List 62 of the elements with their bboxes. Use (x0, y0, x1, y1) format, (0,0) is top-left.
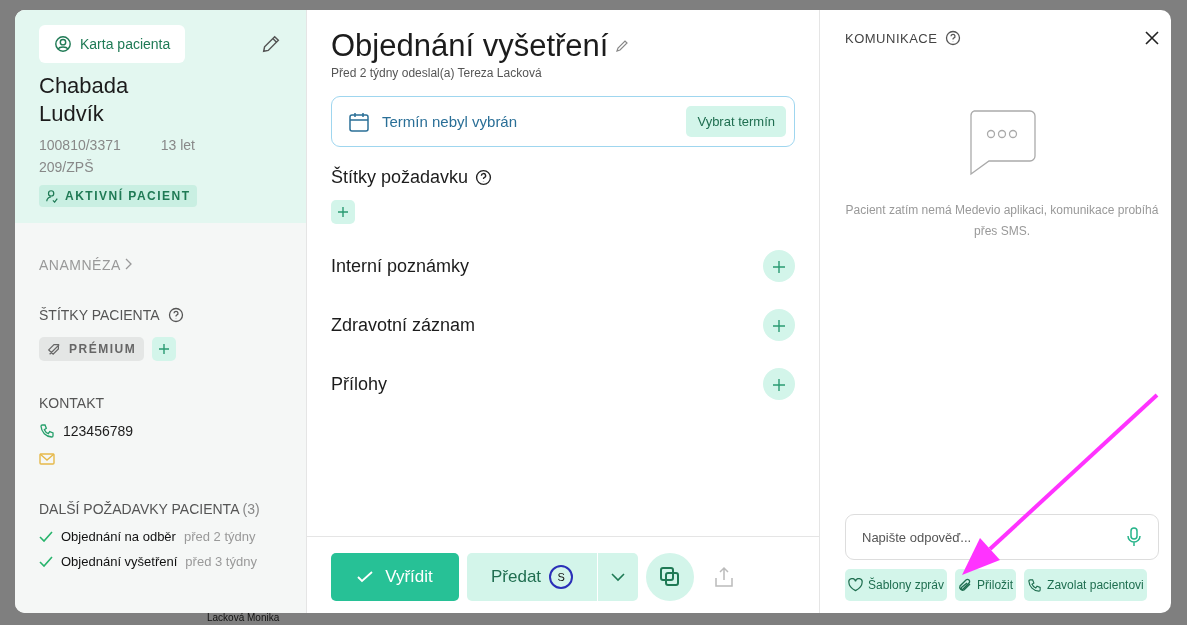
reply-field[interactable]: Napište odpověď... (845, 514, 1159, 560)
attach-button[interactable]: Přiložit (955, 569, 1017, 601)
chat-bubble-icon (968, 110, 1036, 176)
call-button[interactable]: Zavolat pacientovi (1024, 569, 1147, 601)
plus-icon (773, 378, 785, 391)
add-tag-button[interactable] (331, 200, 355, 224)
copy-icon (659, 566, 682, 588)
request-title: Objednání vyšetření (331, 28, 609, 64)
patient-tag: PRÉMIUM (39, 337, 145, 361)
phone-number: 123456789 (63, 423, 134, 439)
section-heading: Štítky požadavku (331, 167, 469, 188)
phone-icon (39, 423, 55, 439)
section-heading: DALŠÍ POŽADAVKY PACIENTA (3) (39, 501, 260, 517)
close-icon[interactable] (1145, 31, 1159, 45)
section-heading: Zdravotní záznam (331, 314, 476, 336)
patient-surname: Chabada (39, 73, 130, 99)
add-button[interactable] (763, 368, 795, 400)
help-icon[interactable] (167, 307, 184, 323)
chevron-right-icon (124, 258, 133, 270)
section-heading: KONTAKT (39, 395, 105, 411)
patient-status-badge: AKTIVNÍ PACIENT (39, 185, 197, 207)
empty-message: Pacient zatím nemá Medevio aplikaci, komunikace probíhá přes SMS. (845, 202, 1159, 240)
help-icon[interactable] (945, 30, 962, 46)
patient-card-button[interactable]: Karta pacienta (39, 25, 186, 63)
request-item[interactable]: Objednání na odběr před 2 týdny (39, 529, 282, 544)
patient-first-name: Ludvík (39, 101, 105, 127)
mail-icon (39, 453, 55, 465)
templates-button[interactable]: Šablony zpráv (845, 569, 948, 601)
user-circle-icon (54, 35, 72, 53)
appointment-status: Termín nebyl vybrán (382, 113, 519, 130)
avatar: S (549, 565, 574, 589)
plus-icon (773, 260, 785, 273)
patient-age: 13 let (160, 137, 195, 153)
section-heading: Přílohy (331, 373, 388, 395)
microphone-icon[interactable] (1127, 527, 1141, 547)
birth-number: 100810/3371 (39, 137, 121, 153)
request-item[interactable]: Objednání vyšetření před 3 týdny (39, 554, 282, 569)
phone-icon (1027, 577, 1043, 593)
chevron-down-icon (610, 571, 627, 582)
tag-icon (47, 342, 61, 356)
request-subtitle: Před 2 týdny odeslal(a) Tereza Lacková (331, 66, 542, 80)
paperclip-icon (958, 577, 973, 593)
user-check-icon (45, 189, 59, 203)
plus-icon (338, 207, 348, 217)
share-icon[interactable] (714, 566, 735, 588)
heart-icon (848, 578, 863, 592)
plus-icon (773, 319, 785, 332)
add-button[interactable] (763, 250, 795, 282)
help-icon[interactable] (475, 169, 493, 186)
choose-date-button[interactable]: Vybrat termín (686, 106, 786, 137)
add-button[interactable] (763, 309, 795, 341)
edit-icon[interactable] (260, 33, 282, 55)
calendar-icon (348, 110, 370, 133)
panel-title: KOMUNIKACE (845, 30, 938, 46)
section-heading: Interní poznámky (331, 255, 470, 277)
plus-icon (159, 344, 170, 354)
insurance-code: 209/ZPŠ (39, 159, 94, 175)
add-tag-button[interactable] (152, 337, 177, 361)
section-heading: ŠTÍTKY PACIENTA (39, 307, 160, 323)
background-text: Lacková Monika (207, 612, 280, 624)
check-icon (357, 571, 374, 583)
copy-button[interactable] (646, 553, 695, 601)
